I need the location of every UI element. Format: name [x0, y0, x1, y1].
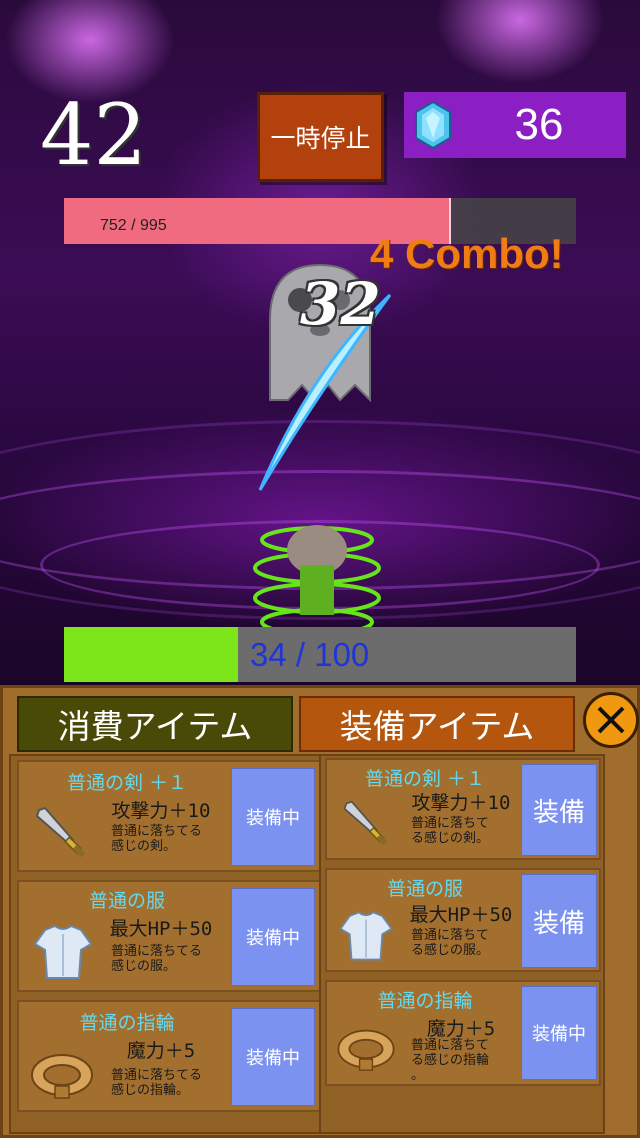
item-card[interactable]: 普通の剣 ＋１ 攻撃力＋10 普通に落ちてる 感じの剣。 装備中: [17, 760, 321, 872]
player-hp-text: 34 / 100: [250, 636, 370, 673]
time-counter: 42: [40, 86, 147, 184]
combo-text: 4 Combo!: [370, 230, 564, 277]
item-name: 普通の指輪: [377, 990, 473, 1012]
item-desc: 普通に落ちて: [411, 1038, 490, 1053]
item-name: 普通の剣 ＋１: [66, 772, 188, 794]
item-desc: 感じの服。: [111, 959, 177, 974]
item-name: 普通の服: [386, 878, 463, 900]
battle-scene: 42 一時停止 36 752 / 995 32 4 Combo! 34 / 10…: [0, 0, 640, 690]
item-name: 普通の服: [88, 890, 165, 912]
item-desc: る感じの剣。: [411, 831, 490, 846]
ring-icon: [337, 1029, 395, 1071]
item-desc: 。: [411, 1068, 425, 1083]
item-desc: 普通に落ちてる: [111, 944, 203, 959]
close-button[interactable]: [583, 692, 639, 748]
gem-count: 36: [514, 100, 564, 149]
item-list-left[interactable]: 普通の剣 ＋１ 攻撃力＋10 普通に落ちてる 感じの剣。 装備中 普通の服 最大…: [9, 754, 323, 1134]
inventory-panel: 消費アイテム 装備アイテム 普通の剣 ＋１ 攻撃力＋10 普通に落ちてる 感じの…: [0, 685, 640, 1138]
equip-button[interactable]: 装備: [521, 874, 597, 968]
item-card[interactable]: 普通の指輪 魔力＋5 普通に落ちて る感じの指輪 。 装備中: [325, 980, 601, 1086]
player-hp-bar: 34 / 100: [64, 627, 576, 682]
equip-button[interactable]: 装備中: [231, 1008, 315, 1106]
item-desc: 普通に落ちて: [411, 928, 490, 943]
shirt-icon: [33, 924, 93, 979]
damage-number: 32: [300, 270, 381, 338]
item-list-right[interactable]: 普通の剣 ＋１ 攻撃力＋10 普通に落ちて る感じの剣。 装備 普通の服 最大H…: [319, 754, 605, 1134]
item-stat: 魔力＋5: [126, 1040, 196, 1062]
enemy-hp-text: 752 / 995: [100, 217, 167, 234]
item-card[interactable]: 普通の服 最大HP＋50 普通に落ちてる 感じの服。 装備中: [17, 880, 321, 992]
equip-button[interactable]: 装備中: [231, 888, 315, 986]
item-card[interactable]: 普通の剣 ＋１ 攻撃力＋10 普通に落ちて る感じの剣。 装備: [325, 758, 601, 860]
item-stat: 魔力＋5: [426, 1018, 496, 1040]
item-desc: 普通に落ちてる: [111, 1068, 203, 1083]
shirt-icon: [339, 911, 393, 961]
equip-button[interactable]: 装備中: [521, 986, 597, 1080]
gem-icon: [415, 100, 451, 150]
equip-button[interactable]: 装備中: [231, 768, 315, 866]
tab-equipment[interactable]: 装備アイテム: [299, 696, 575, 752]
player-character: [253, 525, 381, 635]
item-desc: 感じの指輪。: [111, 1083, 190, 1098]
pause-button[interactable]: 一時停止: [257, 92, 384, 182]
sword-icon: [343, 800, 388, 846]
item-stat: 攻撃力＋10: [411, 792, 511, 814]
item-desc: 普通に落ちて: [411, 816, 490, 831]
item-stat: 攻撃力＋10: [111, 800, 211, 822]
item-name: 普通の指輪: [79, 1012, 175, 1034]
item-desc: る感じの指輪: [411, 1053, 490, 1068]
close-icon: [597, 706, 625, 734]
item-card[interactable]: 普通の指輪 魔力＋5 普通に落ちてる 感じの指輪。 装備中: [17, 1000, 321, 1112]
item-desc: 感じの剣。: [111, 839, 177, 854]
ring-icon: [31, 1054, 93, 1099]
item-desc: 普通に落ちてる: [111, 824, 203, 839]
item-stat: 最大HP＋50: [409, 904, 513, 926]
item-desc: る感じの服。: [411, 943, 490, 958]
sword-icon: [35, 806, 86, 858]
player-hp-fill: [64, 627, 239, 682]
item-stat: 最大HP＋50: [109, 918, 213, 940]
equip-button[interactable]: 装備: [521, 764, 597, 856]
item-card[interactable]: 普通の服 最大HP＋50 普通に落ちて る感じの服。 装備: [325, 868, 601, 972]
gem-panel: 36: [404, 92, 626, 158]
tab-consumables[interactable]: 消費アイテム: [17, 696, 293, 752]
item-name: 普通の剣 ＋１: [364, 768, 486, 790]
